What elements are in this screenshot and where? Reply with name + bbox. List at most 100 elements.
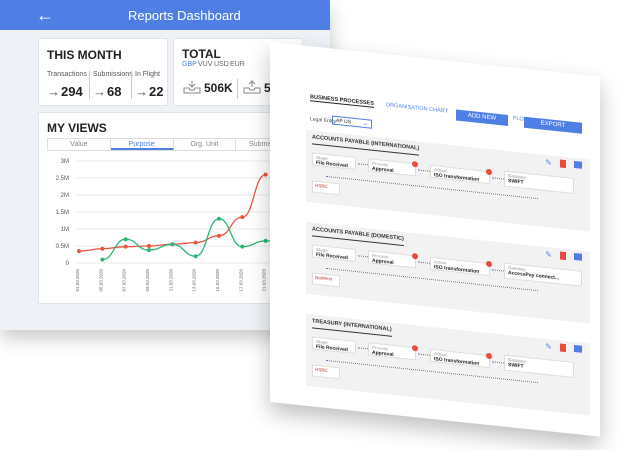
inbox-download-icon <box>183 81 201 94</box>
node-action[interactable]: Action ISO transformation <box>430 348 492 369</box>
y-tick-label: 2.5M <box>56 176 69 182</box>
tab-org-unit[interactable]: Org. Unit <box>174 139 237 150</box>
y-tick-label: 1.5M <box>56 210 69 216</box>
node-stage[interactable]: Stage File Received <box>312 336 356 355</box>
dashboard-header: ← Reports Dashboard <box>0 0 330 30</box>
tab-business-processes[interactable]: Business Processes <box>310 94 374 108</box>
trash-icon[interactable] <box>560 159 566 169</box>
data-point <box>240 215 245 220</box>
pencil-icon[interactable]: ✎ <box>545 158 552 168</box>
alert-badge <box>486 260 492 268</box>
tab-value[interactable]: Value <box>48 139 111 150</box>
connector <box>418 169 430 172</box>
my-views-title: MY VIEWS <box>47 121 107 135</box>
arrow-left-icon[interactable]: ← <box>36 6 54 24</box>
data-point <box>217 233 221 238</box>
x-tick-label: 11.03.2020 <box>168 269 173 292</box>
currency-eur[interactable]: EUR <box>230 61 245 68</box>
node-label: ISO transformation <box>434 264 480 275</box>
x-tick-label: 05.03.2020 <box>98 269 103 292</box>
kpi-transactions: Transactions →294 <box>47 71 87 99</box>
series-line <box>78 173 266 252</box>
node-label: SWIFT <box>508 362 524 370</box>
node-action[interactable]: Action ISO transformation <box>430 164 492 185</box>
x-tick-label: 01.03.2020 <box>75 269 80 292</box>
kpi-value: 68 <box>107 84 122 99</box>
data-point <box>77 249 81 254</box>
node-gateway[interactable]: Gateway AccessPay connect... <box>504 262 582 287</box>
data-point <box>100 257 105 262</box>
connector <box>358 255 368 258</box>
node-stage[interactable]: Stage File Received <box>312 152 356 171</box>
connector <box>418 261 430 264</box>
node-label: ISO transformation <box>434 356 480 367</box>
total-title: TOTAL <box>182 47 221 61</box>
copy-icon[interactable] <box>574 160 582 169</box>
node-label: ISO transformation <box>434 172 480 183</box>
copy-icon[interactable] <box>574 252 582 261</box>
data-point <box>263 172 268 177</box>
node-process[interactable]: Process Approval <box>368 158 418 177</box>
data-point <box>123 237 128 242</box>
currency-usd[interactable]: USD <box>214 61 229 68</box>
node-label: SWIFT <box>508 178 524 186</box>
page-title: Reports Dashboard <box>128 8 241 23</box>
x-tick-label: 21.03.2020 <box>262 269 267 292</box>
legal-entity-select[interactable]: AP US ⌄ <box>332 115 372 129</box>
x-tick-label: 07.03.2020 <box>122 269 127 292</box>
kpi-label: Submissions <box>93 71 133 78</box>
node-process[interactable]: Process Approval <box>368 342 418 361</box>
pencil-icon[interactable]: ✎ <box>545 250 552 260</box>
kpi-label: In Flight <box>135 71 160 78</box>
node-label: File Received <box>316 251 348 262</box>
kpi-in-flight: In Flight →22 <box>131 71 163 99</box>
trash-icon[interactable] <box>560 343 566 353</box>
node-stage[interactable]: Stage File Received <box>312 244 356 263</box>
tab-organisation-chart[interactable]: Organisation Chart <box>386 102 448 116</box>
data-point <box>193 240 198 245</box>
kpi-label: Transactions <box>47 71 87 78</box>
alert-badge <box>486 352 492 360</box>
chevron-down-icon: ⌄ <box>362 120 368 128</box>
trash-icon[interactable] <box>560 251 566 261</box>
inbox-upload-icon <box>243 80 261 94</box>
y-tick-label: 1M <box>61 227 69 233</box>
connector <box>492 177 504 180</box>
section-title: Accounts Payable (International) <box>312 134 420 156</box>
total-received-value: 506K <box>204 81 233 95</box>
data-point <box>123 244 128 249</box>
arrow-right-icon: → <box>47 84 60 99</box>
connector <box>418 353 430 356</box>
total-received: 506K <box>182 79 233 95</box>
data-point <box>193 254 198 259</box>
node-gateway[interactable]: Gateway SWIFT <box>504 170 574 194</box>
bank-badge: HSBC <box>312 180 340 196</box>
data-point <box>147 244 151 248</box>
pencil-icon[interactable]: ✎ <box>545 342 552 352</box>
node-gateway[interactable]: Gateway SWIFT <box>504 354 574 378</box>
data-point <box>170 242 175 247</box>
export-button[interactable]: Export <box>524 116 582 134</box>
kpi-value: 294 <box>61 84 83 99</box>
node-action[interactable]: Action ISO transformation <box>430 256 492 277</box>
x-tick-label: 15.03.2020 <box>215 269 220 292</box>
series-line <box>102 218 290 261</box>
currency-gbp[interactable]: GBP <box>182 61 197 68</box>
kpi-submissions: Submissions →68 <box>89 71 133 99</box>
copy-icon[interactable] <box>574 344 582 353</box>
connector <box>358 163 368 166</box>
node-label: AccessPay connect... <box>508 270 560 282</box>
connector <box>492 361 504 364</box>
this-month-title: THIS MONTH <box>47 48 122 62</box>
node-process[interactable]: Process Approval <box>368 250 418 269</box>
add-new-button[interactable]: Add New <box>456 109 508 127</box>
section-title: Treasury (International) <box>312 318 392 337</box>
node-label: Approval <box>372 257 394 266</box>
tab-purpose[interactable]: Purpose <box>110 139 174 150</box>
data-point <box>263 238 268 243</box>
business-processes-window: Business Processes Organisation Chart Ma… <box>270 42 600 437</box>
arrow-right-icon: → <box>135 84 148 99</box>
node-label: Approval <box>372 165 394 174</box>
x-tick-label: 17.03.2020 <box>238 269 243 292</box>
currency-vuv[interactable]: VUV <box>198 61 212 68</box>
